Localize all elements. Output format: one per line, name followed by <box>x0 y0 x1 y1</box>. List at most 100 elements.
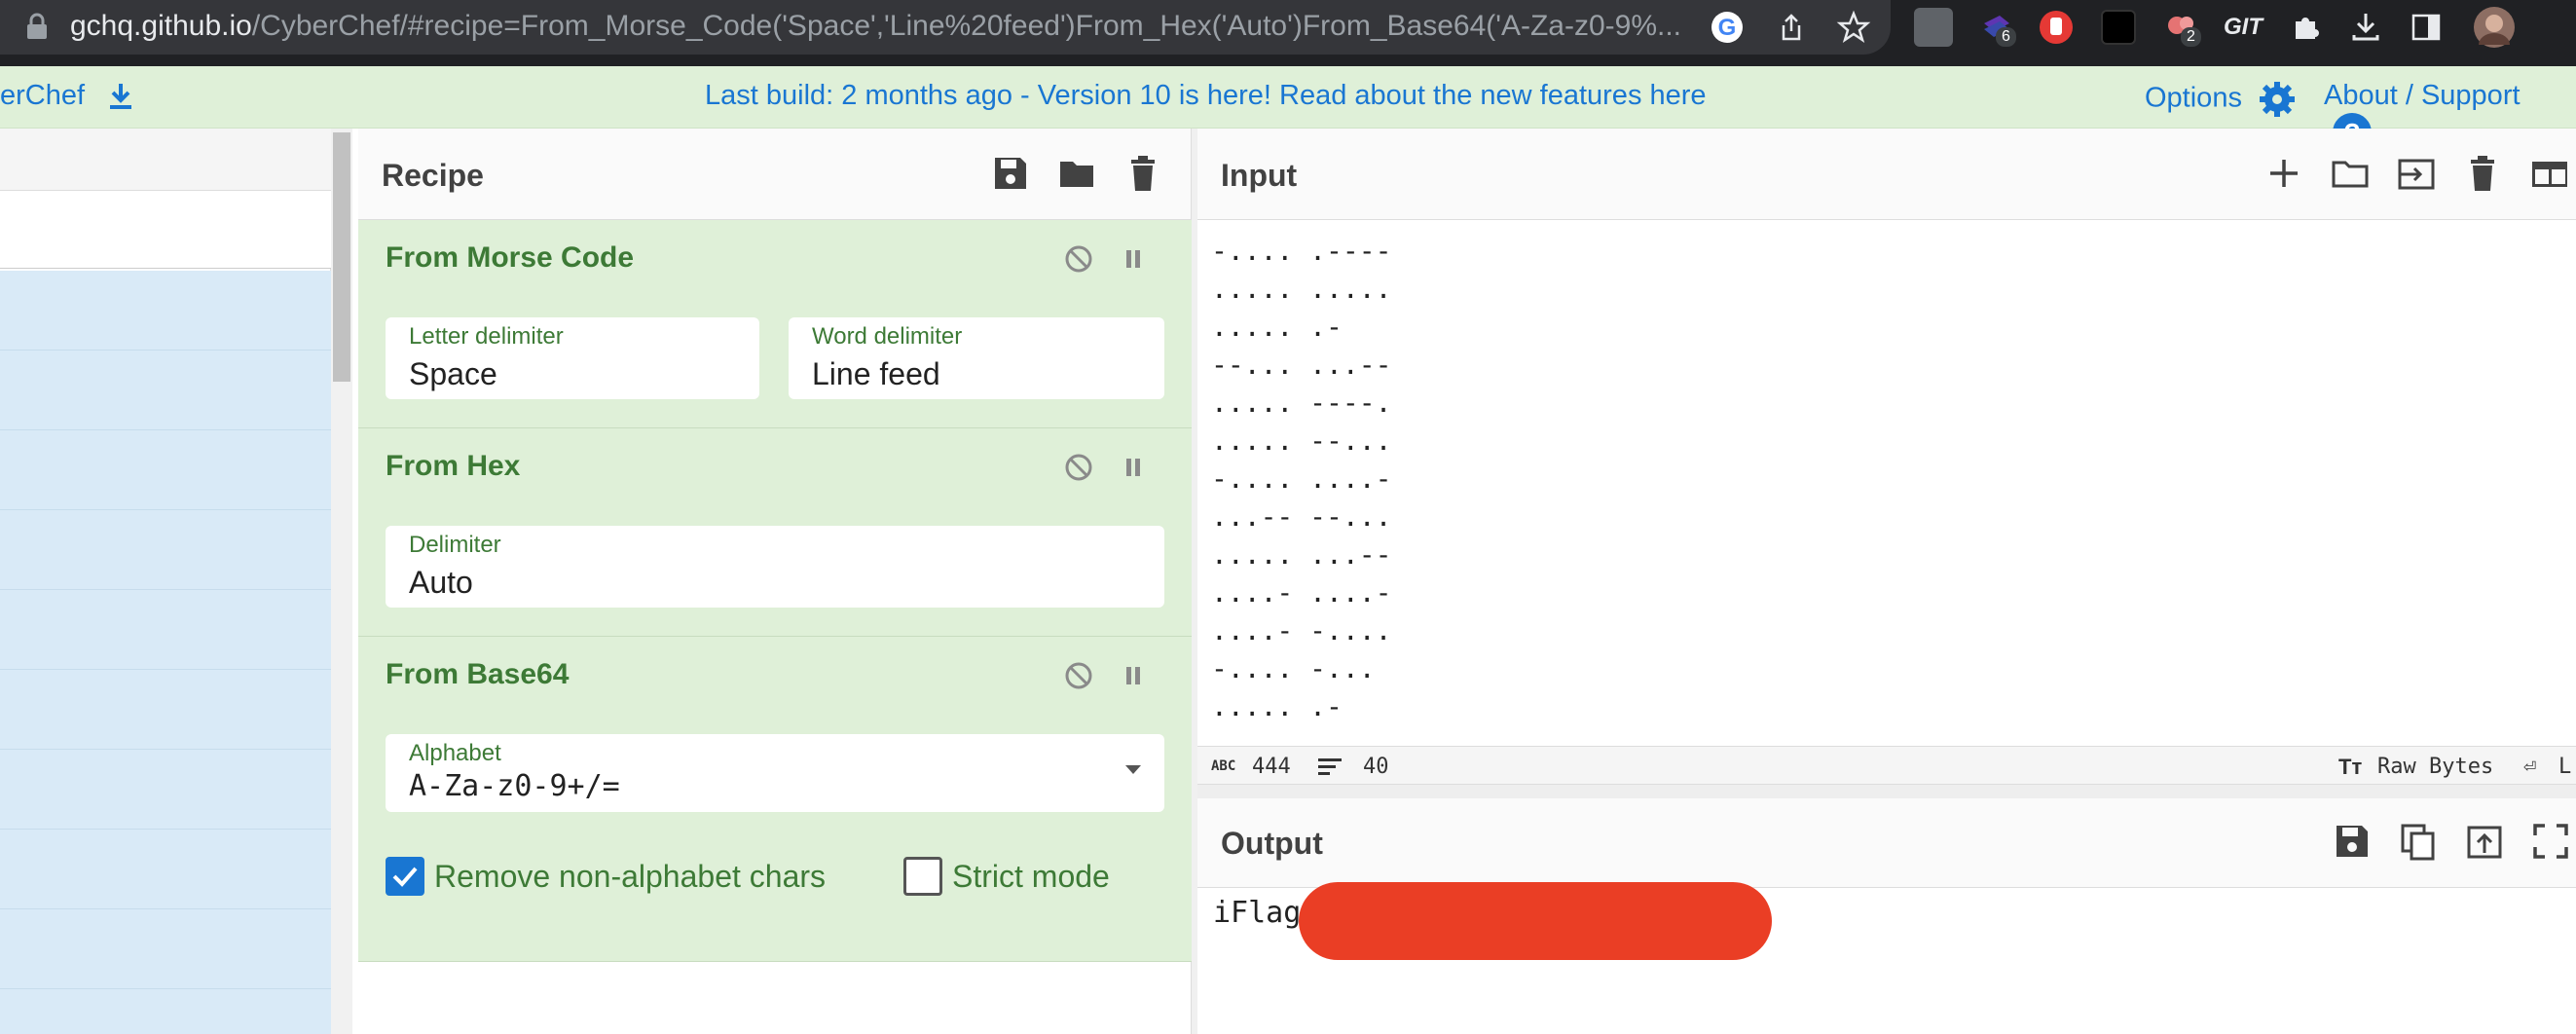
options-button[interactable]: Options <box>2145 80 2297 119</box>
chars-icon: ABC <box>1211 758 1236 774</box>
list-item[interactable] <box>0 750 331 830</box>
op-from-hex[interactable]: From Hex Delimiter Auto <box>358 428 1192 637</box>
recipe-panel: Recipe From Morse Code Letter delimiter … <box>358 129 1192 1034</box>
word-delimiter-select[interactable]: Word delimiter Line feed <box>789 317 1164 399</box>
encoding-label[interactable]: Raw Bytes <box>2377 755 2493 779</box>
strict-mode-checkbox[interactable] <box>903 857 942 896</box>
list-item[interactable] <box>0 670 331 750</box>
disable-icon[interactable] <box>1063 660 1094 691</box>
breakpoint-icon[interactable] <box>1118 452 1149 483</box>
download-icon[interactable] <box>2348 10 2383 45</box>
input-header: Input <box>1197 129 2576 220</box>
extension-git-icon[interactable]: GIT <box>2224 14 2263 41</box>
op-from-base64[interactable]: From Base64 Alphabet A-Za-z0-9+/= Remove… <box>358 637 1192 962</box>
op-title: From Hex <box>386 450 521 482</box>
replace-input-icon[interactable] <box>2465 822 2504 861</box>
scrollbar-thumb[interactable] <box>333 132 350 382</box>
list-item[interactable] <box>0 510 331 590</box>
clear-input-trash-icon[interactable] <box>2463 154 2502 193</box>
open-file-icon[interactable] <box>2397 154 2436 193</box>
disable-icon[interactable] <box>1063 243 1094 275</box>
line-count: 40 <box>1363 755 1389 779</box>
input-panel: Input -.... .---- ..... ..... ..... .- -… <box>1197 129 2576 794</box>
operations-list <box>0 271 331 1034</box>
io-resize-handle[interactable] <box>1197 785 2576 798</box>
save-output-icon[interactable] <box>2333 822 2372 861</box>
output-header: Output <box>1197 798 2576 888</box>
chevron-down-icon <box>1125 765 1141 774</box>
url-text[interactable]: gchq.github.io/CyberChef/#recipe=From_Mo… <box>70 10 1681 43</box>
redaction-overlay <box>1299 882 1772 960</box>
copy-icon[interactable] <box>2399 822 2438 861</box>
add-tab-icon[interactable] <box>2264 154 2303 193</box>
list-item[interactable] <box>0 909 331 989</box>
list-item[interactable] <box>0 590 331 670</box>
list-item[interactable] <box>0 430 331 510</box>
text-encoding-icon[interactable]: Tт <box>2338 755 2362 780</box>
save-icon[interactable] <box>991 154 1030 193</box>
operations-search-input[interactable] <box>0 191 331 269</box>
side-panel-icon[interactable] <box>2409 10 2444 45</box>
field-label: Word delimiter <box>812 323 963 350</box>
input-status-bar: ABC 444 40 Tт Raw Bytes ⏎ L <box>1197 746 2576 785</box>
puzzle-icon[interactable] <box>2288 10 2323 45</box>
output-text[interactable]: iFlag <box>1213 896 1301 930</box>
browser-toolbar: gchq.github.io/CyberChef/#recipe=From_Mo… <box>0 0 2576 66</box>
recipe-title: Recipe <box>382 158 484 193</box>
field-value: A-Za-z0-9+/= <box>409 769 620 803</box>
extension-grey-icon[interactable] <box>1914 8 1953 47</box>
field-value: Line feed <box>812 356 940 391</box>
google-icon[interactable]: G <box>1710 10 1745 45</box>
checkmark-icon <box>392 867 418 887</box>
output-title: Output <box>1221 826 1323 861</box>
op-from-morse-code[interactable]: From Morse Code Letter delimiter Space W… <box>358 220 1192 428</box>
list-item[interactable] <box>0 351 331 430</box>
extension-n-icon[interactable] <box>2101 10 2136 45</box>
eol-label[interactable]: L <box>2558 755 2571 779</box>
op-title: From Base64 <box>386 658 570 690</box>
list-item[interactable] <box>0 830 331 909</box>
eol-icon[interactable]: ⏎ <box>2523 755 2536 779</box>
maximize-icon[interactable] <box>2531 822 2570 861</box>
avatar[interactable] <box>2473 6 2516 49</box>
input-title: Input <box>1221 158 1298 193</box>
remove-non-alphabet-checkbox[interactable] <box>386 857 424 896</box>
breakpoint-icon[interactable] <box>1118 243 1149 275</box>
field-value: Auto <box>409 565 473 600</box>
address-bar[interactable]: gchq.github.io/CyberChef/#recipe=From_Mo… <box>0 0 1891 55</box>
field-label: Letter delimiter <box>409 323 564 350</box>
operations-panel <box>0 129 331 1034</box>
field-label: Alphabet <box>409 740 501 766</box>
alphabet-select[interactable]: Alphabet A-Za-z0-9+/= <box>386 734 1164 812</box>
recipe-header: Recipe <box>358 129 1191 220</box>
field-label: Delimiter <box>409 532 501 558</box>
gear-icon <box>2260 82 2296 117</box>
list-item[interactable] <box>0 271 331 351</box>
lock-icon <box>27 13 47 39</box>
checkbox-label: Remove non-alphabet chars <box>434 859 827 894</box>
banner-download-link[interactable]: erChef <box>0 80 137 113</box>
input-textarea[interactable]: -.... .---- ..... ..... ..... .- --... .… <box>1211 232 1391 725</box>
svg-text:G: G <box>1718 15 1737 41</box>
banner-message[interactable]: Last build: 2 months ago - Version 10 is… <box>705 80 1707 112</box>
layout-icon[interactable] <box>2529 154 2568 193</box>
extension-hand-icon[interactable] <box>2037 8 2076 47</box>
checkbox-label: Strict mode <box>952 859 1110 894</box>
hex-delimiter-select[interactable]: Delimiter Auto <box>386 526 1164 608</box>
download-icon <box>110 84 132 110</box>
bookmark-star-icon[interactable] <box>1836 10 1871 45</box>
output-panel: Output iFlag <box>1197 798 2576 1034</box>
letter-delimiter-select[interactable]: Letter delimiter Space <box>386 317 759 399</box>
operations-header <box>0 129 331 191</box>
info-banner: erChef Last build: 2 months ago - Versio… <box>0 66 2576 152</box>
open-folder-icon[interactable] <box>2331 154 2370 193</box>
breakpoint-icon[interactable] <box>1118 660 1149 691</box>
extension-badge-2: 2 <box>2181 27 2201 47</box>
disable-icon[interactable] <box>1063 452 1094 483</box>
operations-scrollbar[interactable] <box>331 129 352 1034</box>
share-icon[interactable] <box>1774 10 1809 45</box>
folder-icon[interactable] <box>1057 154 1096 193</box>
op-title: From Morse Code <box>386 241 635 274</box>
lines-icon <box>1318 758 1342 775</box>
trash-icon[interactable] <box>1123 154 1162 193</box>
